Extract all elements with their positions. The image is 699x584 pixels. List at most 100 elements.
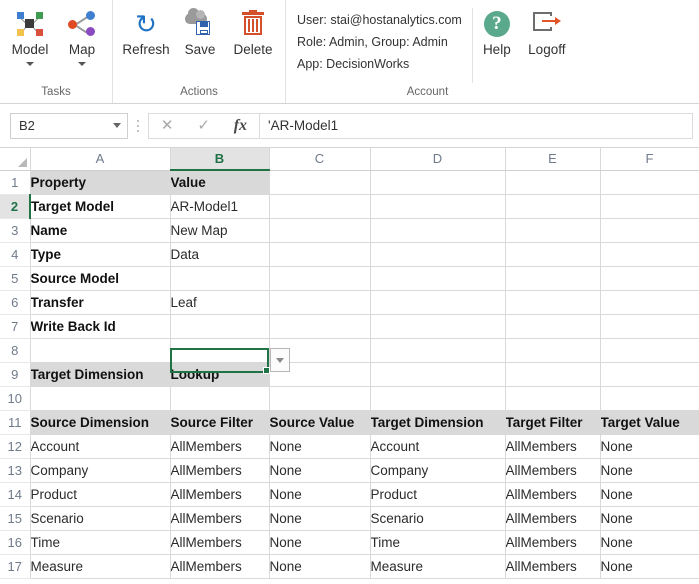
row-header-11[interactable]: 11 — [0, 410, 31, 435]
cell-c5[interactable] — [269, 266, 371, 291]
name-box[interactable]: B2 — [10, 112, 128, 139]
cell-a4[interactable]: Type — [30, 242, 171, 267]
cell-d5[interactable] — [370, 266, 506, 291]
cell-f5[interactable] — [600, 266, 699, 291]
row-header-15[interactable]: 15 — [0, 506, 31, 531]
cell-d4[interactable] — [370, 242, 506, 267]
cell-b11[interactable]: Source Filter — [170, 410, 270, 435]
cell-f8[interactable] — [600, 338, 699, 363]
cell-a1[interactable]: Property — [30, 170, 171, 195]
model-dropdown-caret[interactable] — [26, 62, 34, 66]
cell-f7[interactable] — [600, 314, 699, 339]
cell-f9[interactable] — [600, 362, 699, 387]
cell-e7[interactable] — [505, 314, 601, 339]
cell-b9[interactable]: Lookup — [170, 362, 270, 387]
formula-input[interactable]: 'AR-Model1 — [260, 112, 693, 139]
cell-e3[interactable] — [505, 218, 601, 243]
logoff-button[interactable]: Logoff — [519, 4, 575, 58]
cell-b1[interactable]: Value — [170, 170, 270, 195]
row-header-4[interactable]: 4 — [0, 242, 31, 267]
cell-f14[interactable]: None — [600, 482, 699, 507]
cell-a9[interactable]: Target Dimension — [30, 362, 171, 387]
cell-dropdown-button[interactable] — [270, 348, 290, 372]
refresh-button[interactable]: ↻ Refresh — [117, 4, 175, 58]
cell-a15[interactable]: Scenario — [30, 506, 171, 531]
cell-b5[interactable] — [170, 266, 270, 291]
row-header-8[interactable]: 8 — [0, 338, 31, 363]
accept-icon[interactable]: ✓ — [197, 118, 210, 133]
cell-d13[interactable]: Company — [370, 458, 506, 483]
map-dropdown-caret[interactable] — [78, 62, 86, 66]
row-header-13[interactable]: 13 — [0, 458, 31, 483]
chevron-down-icon[interactable] — [113, 123, 121, 128]
cell-a17[interactable]: Measure — [30, 554, 171, 579]
cell-d17[interactable]: Measure — [370, 554, 506, 579]
cell-a3[interactable]: Name — [30, 218, 171, 243]
cell-b7[interactable] — [170, 314, 270, 339]
cell-a7[interactable]: Write Back Id — [30, 314, 171, 339]
cell-e6[interactable] — [505, 290, 601, 315]
cell-d15[interactable]: Scenario — [370, 506, 506, 531]
cell-e9[interactable] — [505, 362, 601, 387]
cell-c14[interactable]: None — [269, 482, 371, 507]
column-header-a[interactable]: A — [30, 148, 171, 171]
map-button[interactable]: Map — [56, 4, 108, 66]
cell-a5[interactable]: Source Model — [30, 266, 171, 291]
cell-a16[interactable]: Time — [30, 530, 171, 555]
cell-b4[interactable]: Data — [170, 242, 270, 267]
cell-d16[interactable]: Time — [370, 530, 506, 555]
cell-c4[interactable] — [269, 242, 371, 267]
cell-f11[interactable]: Target Value — [600, 410, 699, 435]
cell-f2[interactable] — [600, 194, 699, 219]
cell-c16[interactable]: None — [269, 530, 371, 555]
cell-b2[interactable]: AR-Model1 — [170, 194, 270, 219]
cell-b14[interactable]: AllMembers — [170, 482, 270, 507]
cell-c3[interactable] — [269, 218, 371, 243]
row-header-10[interactable]: 10 — [0, 386, 31, 411]
cell-d11[interactable]: Target Dimension — [370, 410, 506, 435]
cell-e15[interactable]: AllMembers — [505, 506, 601, 531]
cell-f12[interactable]: None — [600, 434, 699, 459]
cell-a6[interactable]: Transfer — [30, 290, 171, 315]
cell-f1[interactable] — [600, 170, 699, 195]
column-header-f[interactable]: F — [600, 148, 699, 171]
cell-f16[interactable]: None — [600, 530, 699, 555]
column-header-e[interactable]: E — [505, 148, 601, 171]
cell-e4[interactable] — [505, 242, 601, 267]
cell-c13[interactable]: None — [269, 458, 371, 483]
cell-e16[interactable]: AllMembers — [505, 530, 601, 555]
cell-a12[interactable]: Account — [30, 434, 171, 459]
cell-e5[interactable] — [505, 266, 601, 291]
cancel-icon[interactable]: ✕ — [161, 118, 174, 133]
delete-button[interactable]: Delete — [225, 4, 281, 58]
cell-e8[interactable] — [505, 338, 601, 363]
cell-a13[interactable]: Company — [30, 458, 171, 483]
cell-b6[interactable]: Leaf — [170, 290, 270, 315]
save-button[interactable]: Save — [175, 4, 225, 58]
cell-c15[interactable]: None — [269, 506, 371, 531]
cell-e12[interactable]: AllMembers — [505, 434, 601, 459]
cell-f13[interactable]: None — [600, 458, 699, 483]
cell-d10[interactable] — [370, 386, 506, 411]
cell-d3[interactable] — [370, 218, 506, 243]
cell-c10[interactable] — [269, 386, 371, 411]
row-header-1[interactable]: 1 — [0, 170, 31, 195]
row-header-17[interactable]: 17 — [0, 554, 31, 579]
cell-d12[interactable]: Account — [370, 434, 506, 459]
column-header-c[interactable]: C — [269, 148, 371, 171]
cell-a2[interactable]: Target Model — [30, 194, 171, 219]
cell-d8[interactable] — [370, 338, 506, 363]
insert-function-icon[interactable]: fx — [234, 117, 247, 134]
cell-d9[interactable] — [370, 362, 506, 387]
cell-b17[interactable]: AllMembers — [170, 554, 270, 579]
cell-e2[interactable] — [505, 194, 601, 219]
cell-e14[interactable]: AllMembers — [505, 482, 601, 507]
cell-c11[interactable]: Source Value — [269, 410, 371, 435]
column-header-d[interactable]: D — [370, 148, 506, 171]
row-header-16[interactable]: 16 — [0, 530, 31, 555]
row-header-12[interactable]: 12 — [0, 434, 31, 459]
select-all-corner[interactable] — [0, 148, 31, 171]
column-header-b[interactable]: B — [170, 148, 270, 171]
cell-c7[interactable] — [269, 314, 371, 339]
cell-e13[interactable]: AllMembers — [505, 458, 601, 483]
